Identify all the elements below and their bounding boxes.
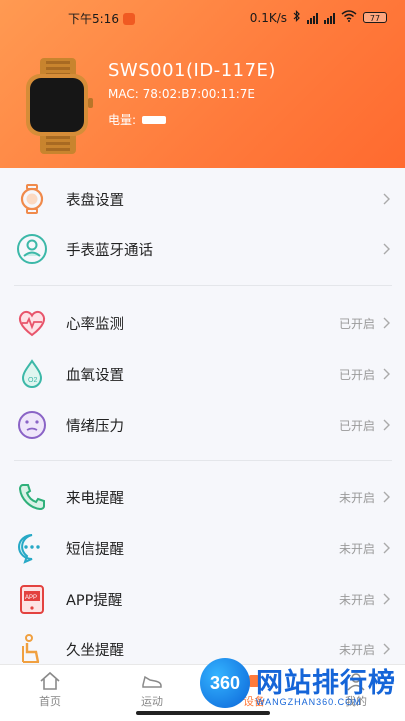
device-name: SWS001(ID-117E) [108, 60, 276, 81]
watermark-title: 网站排行榜 [256, 668, 396, 699]
row-label: 久坐提醒 [66, 642, 124, 659]
chevron-right-icon [383, 542, 390, 554]
chevron-right-icon [383, 491, 390, 503]
row-status: 未开启 [338, 541, 375, 556]
row-label: 来电提醒 [66, 490, 124, 507]
row-status: 已开启 [338, 316, 375, 331]
row-call-reminder[interactable]: 来电提醒 未开启 [0, 472, 405, 522]
row-status: 已开启 [338, 418, 375, 433]
section-divider [14, 285, 392, 286]
svg-text:APP: APP [25, 595, 37, 601]
row-label: 情绪压力 [66, 418, 124, 435]
signal-icon-2 [324, 12, 335, 24]
bluetooth-icon [293, 10, 301, 25]
svg-text:O2: O2 [28, 377, 37, 384]
bluetooth-call-icon [17, 234, 47, 264]
device-battery: 电量: [108, 111, 167, 128]
row-bluetooth-call[interactable]: 手表蓝牙通话 [0, 224, 405, 274]
row-heart-rate[interactable]: 心率监测 已开启 [0, 298, 405, 348]
sms-icon [18, 534, 40, 564]
row-mood-stress[interactable]: 情绪压力 已开启 [0, 400, 405, 450]
tab-label: 首页 [39, 695, 61, 708]
row-label: 短信提醒 [66, 541, 124, 558]
chevron-right-icon [383, 317, 390, 329]
device-mac: MAC: 78:02:B7:00:11:7E [108, 87, 255, 101]
blood-oxygen-icon: O2 [21, 359, 43, 388]
home-icon [40, 671, 60, 690]
row-sms-reminder[interactable]: 短信提醒 未开启 [0, 523, 405, 573]
chevron-right-icon [383, 368, 390, 380]
row-status: 未开启 [338, 592, 375, 607]
heart-rate-icon [18, 310, 46, 337]
section-divider [14, 460, 392, 461]
notification-icon [122, 12, 135, 25]
wifi-icon [341, 10, 357, 25]
status-bar: 下午5:16 0.1K/s 77 [0, 0, 405, 34]
row-label: APP提醒 [66, 592, 123, 609]
status-time: 下午5:16 [68, 12, 119, 26]
chevron-right-icon [383, 243, 390, 255]
row-label: 表盘设置 [66, 192, 124, 209]
tab-home[interactable]: 首页 [10, 665, 90, 709]
phone-icon [18, 484, 45, 511]
row-label: 手表蓝牙通话 [66, 242, 153, 259]
tab-sport[interactable]: 运动 [112, 665, 192, 709]
chevron-right-icon [383, 419, 390, 431]
chevron-right-icon [383, 193, 390, 205]
battery-label: 电量: [108, 113, 137, 127]
home-indicator [136, 711, 270, 715]
device-header: 下午5:16 0.1K/s 77 SWS001(ID-117E) MAC: 78… [0, 0, 405, 168]
row-watch-face[interactable]: 表盘设置 [0, 174, 405, 224]
watch-image [26, 58, 93, 154]
network-speed: 0.1K/s [249, 10, 287, 25]
mood-stress-icon [18, 411, 46, 439]
app-icon: APP [20, 585, 44, 614]
watermark-subtitle: WANGZHAN360.COM [256, 697, 362, 707]
chevron-right-icon [383, 643, 390, 655]
watch-face-icon [20, 184, 44, 214]
row-label: 心率监测 [66, 316, 124, 333]
tab-label: 运动 [141, 695, 163, 708]
sport-shoe-icon [142, 675, 162, 688]
row-status: 未开启 [338, 490, 375, 505]
row-blood-oxygen[interactable]: O2 血氧设置 已开启 [0, 349, 405, 399]
sedentary-icon [22, 634, 40, 663]
device-battery-icon [142, 115, 167, 124]
chevron-right-icon [383, 593, 390, 605]
row-label: 血氧设置 [66, 367, 124, 384]
battery-icon: 77 [363, 12, 387, 23]
watermark-logo: 360 [200, 658, 250, 708]
row-app-reminder[interactable]: APP APP提醒 未开启 [0, 574, 405, 624]
row-status: 已开启 [338, 367, 375, 382]
signal-icon [307, 12, 318, 24]
